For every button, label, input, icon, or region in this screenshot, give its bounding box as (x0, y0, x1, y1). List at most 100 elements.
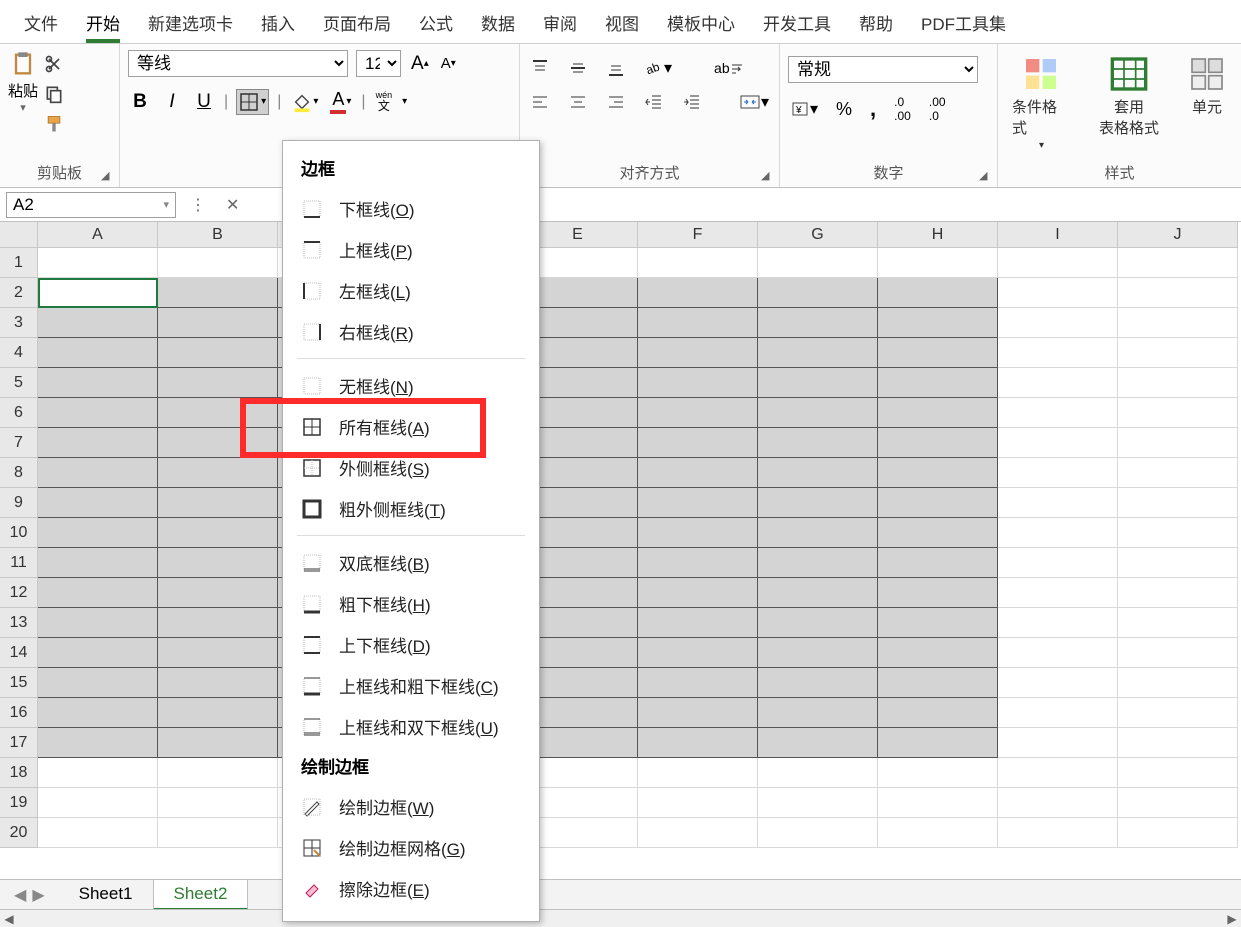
format-painter-icon[interactable] (44, 114, 64, 134)
select-all-corner[interactable] (0, 222, 38, 248)
align-top-icon[interactable] (528, 56, 552, 80)
cell[interactable] (158, 668, 278, 698)
cell[interactable] (38, 668, 158, 698)
cell[interactable] (878, 578, 998, 608)
menu-item-border-right[interactable]: 右框线(R) (283, 311, 539, 352)
cell[interactable] (1118, 308, 1238, 338)
cell[interactable] (758, 458, 878, 488)
cell[interactable] (878, 398, 998, 428)
row-header[interactable]: 16 (0, 698, 38, 728)
launcher-icon[interactable]: ◢ (979, 169, 993, 183)
font-color-button[interactable]: A▾ (328, 87, 353, 116)
sheet-nav-right-icon[interactable]: ▶ (32, 885, 44, 905)
bold-button[interactable]: B (128, 89, 152, 115)
decrease-font-icon[interactable]: A▾ (439, 53, 458, 74)
menu-item-页面布局[interactable]: 页面布局 (309, 4, 405, 43)
sheet-tab-Sheet2[interactable]: Sheet2 (154, 880, 249, 910)
cell[interactable] (878, 368, 998, 398)
cell[interactable] (758, 668, 878, 698)
cell[interactable] (1118, 278, 1238, 308)
menu-item-PDF工具集[interactable]: PDF工具集 (907, 4, 1020, 43)
menu-item-视图[interactable]: 视图 (591, 4, 653, 43)
cell[interactable] (638, 428, 758, 458)
cell[interactable] (998, 308, 1118, 338)
cell[interactable] (1118, 578, 1238, 608)
cell[interactable] (998, 458, 1118, 488)
cell[interactable] (878, 728, 998, 758)
row-header[interactable]: 10 (0, 518, 38, 548)
cell[interactable] (1118, 248, 1238, 278)
menu-item-erase-border[interactable]: 擦除边框(E) (283, 868, 539, 909)
cell[interactable] (998, 278, 1118, 308)
cell[interactable] (998, 338, 1118, 368)
cell[interactable] (1118, 728, 1238, 758)
cell[interactable] (158, 518, 278, 548)
horizontal-scrollbar[interactable]: ◀ ▶ (0, 909, 1241, 927)
cell[interactable] (38, 758, 158, 788)
cell[interactable] (1118, 548, 1238, 578)
menu-item-开始[interactable]: 开始 (72, 4, 134, 43)
cell[interactable] (758, 548, 878, 578)
cell[interactable] (998, 668, 1118, 698)
cell[interactable] (158, 728, 278, 758)
cell[interactable] (998, 578, 1118, 608)
cell[interactable] (758, 518, 878, 548)
cell[interactable] (158, 428, 278, 458)
underline-button[interactable]: U (192, 89, 216, 115)
cell[interactable] (638, 638, 758, 668)
menu-item-border-thick-bottom[interactable]: 粗下框线(H) (283, 583, 539, 624)
cell[interactable] (998, 548, 1118, 578)
col-header[interactable]: A (38, 222, 158, 248)
fill-color-button[interactable]: ▾ (289, 89, 320, 115)
cell[interactable] (38, 698, 158, 728)
cell[interactable] (758, 338, 878, 368)
row-header[interactable]: 13 (0, 608, 38, 638)
cell[interactable] (1118, 338, 1238, 368)
row-header[interactable]: 19 (0, 788, 38, 818)
cell[interactable] (38, 638, 158, 668)
launcher-icon[interactable]: ◢ (761, 169, 775, 183)
launcher-icon[interactable]: ◢ (101, 169, 115, 183)
cell[interactable] (758, 578, 878, 608)
cell[interactable] (638, 788, 758, 818)
sheet-nav-left-icon[interactable]: ◀ (14, 885, 26, 905)
cell[interactable] (998, 758, 1118, 788)
cell[interactable] (998, 248, 1118, 278)
cell[interactable] (1118, 758, 1238, 788)
col-header[interactable]: I (998, 222, 1118, 248)
spreadsheet-grid[interactable]: ABCDEFGHIJ 12345678910111213141516171819… (0, 222, 1241, 870)
menu-item-border-top-double-bottom[interactable]: 上框线和双下框线(U) (283, 706, 539, 747)
cell[interactable] (758, 758, 878, 788)
font-name-select[interactable]: 等线 (128, 50, 348, 77)
cell[interactable] (1118, 818, 1238, 848)
paste-button[interactable]: 粘贴 ▾ (8, 50, 38, 114)
menu-item-开发工具[interactable]: 开发工具 (749, 4, 845, 43)
menu-item-模板中心[interactable]: 模板中心 (653, 4, 749, 43)
cell[interactable] (758, 698, 878, 728)
cell[interactable] (158, 578, 278, 608)
cell[interactable] (638, 758, 758, 788)
cell[interactable] (758, 248, 878, 278)
cell[interactable] (38, 428, 158, 458)
cell[interactable] (38, 548, 158, 578)
cell[interactable] (38, 278, 158, 308)
cell[interactable] (158, 248, 278, 278)
menu-item-border-top-bottom[interactable]: 上下框线(D) (283, 624, 539, 665)
cell[interactable] (638, 608, 758, 638)
indent-increase-icon[interactable] (680, 90, 704, 114)
cell[interactable] (38, 338, 158, 368)
col-header[interactable]: H (878, 222, 998, 248)
formula-vdots-icon[interactable]: ⋮ (184, 193, 212, 217)
cell[interactable] (38, 728, 158, 758)
cell[interactable] (758, 818, 878, 848)
cell[interactable] (158, 338, 278, 368)
menu-item-数据[interactable]: 数据 (467, 4, 529, 43)
indent-decrease-icon[interactable] (642, 90, 666, 114)
cell[interactable] (158, 308, 278, 338)
cell[interactable] (758, 728, 878, 758)
wrap-text-button[interactable]: ab (712, 58, 746, 78)
cell[interactable] (1118, 638, 1238, 668)
menu-item-draw-border[interactable]: 绘制边框(W) (283, 786, 539, 827)
cell[interactable] (758, 488, 878, 518)
cell[interactable] (1118, 428, 1238, 458)
